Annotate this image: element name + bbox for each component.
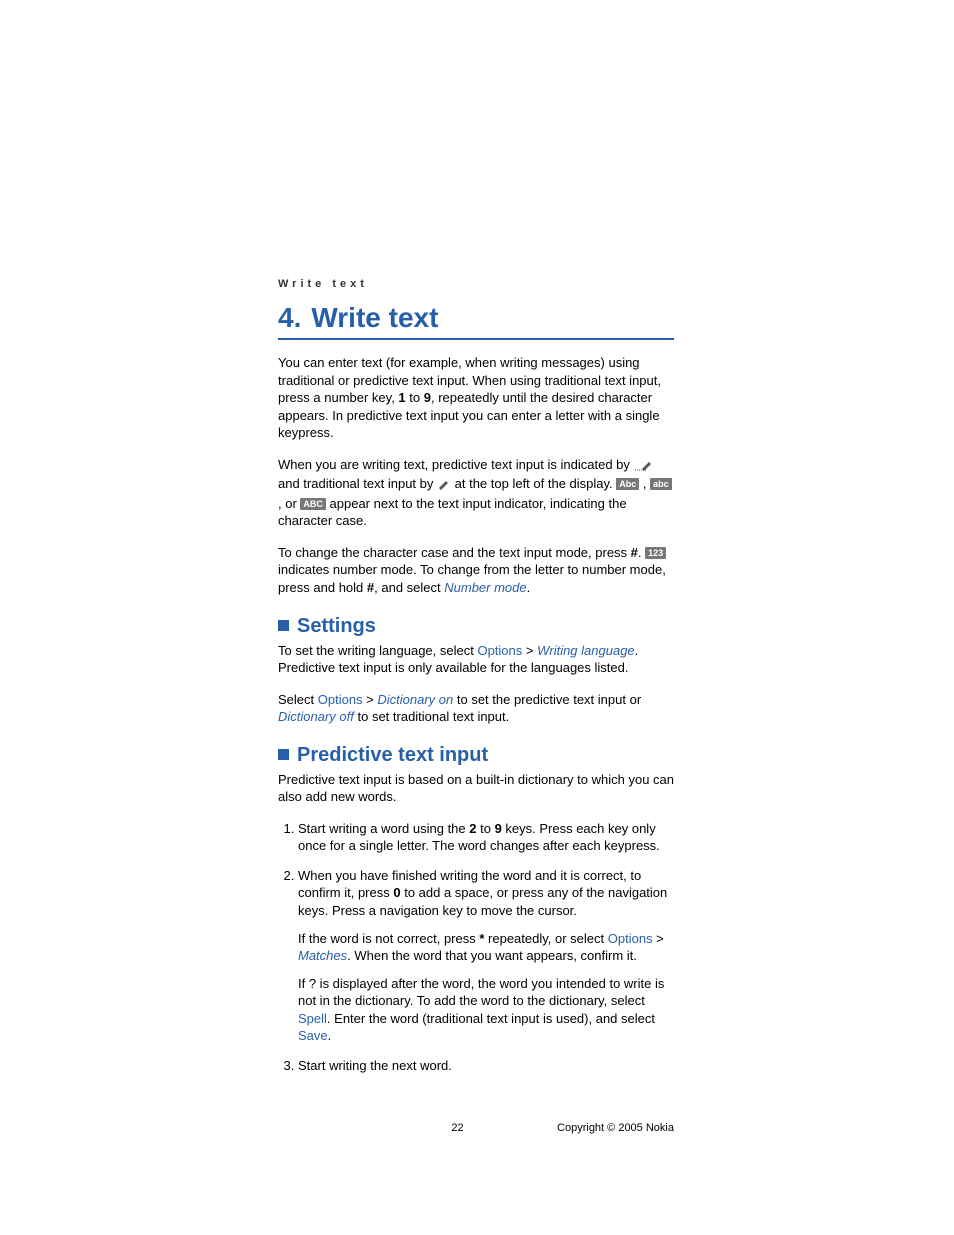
page-number: 22: [451, 1122, 463, 1134]
settings-paragraph-2: Select Options > Dictionary on to set th…: [278, 691, 674, 726]
list-subparagraph: If the word is not correct, press * repe…: [298, 930, 674, 965]
text: .: [638, 545, 645, 560]
text: If ? is displayed after the word, the wo…: [298, 976, 664, 1009]
heading-text: Settings: [297, 615, 376, 637]
case-lower-abc-icon: abc: [650, 478, 672, 490]
dictionary-on-link[interactable]: Dictionary on: [377, 692, 453, 707]
text: to: [476, 821, 494, 836]
page-footer: 22 Copyright © 2005 Nokia: [278, 1122, 674, 1134]
text: , or: [278, 496, 300, 511]
list-item: Start writing a word using the 2 to 9 ke…: [298, 820, 674, 855]
writing-language-link[interactable]: Writing language: [537, 643, 635, 658]
document-page: Write text 4. Write text You can enter te…: [0, 0, 954, 1234]
save-link[interactable]: Save: [298, 1028, 328, 1043]
text: Select: [278, 692, 318, 707]
copyright-text: Copyright © 2005 Nokia: [557, 1122, 674, 1134]
options-link[interactable]: Options: [477, 643, 522, 658]
intro-paragraph: You can enter text (for example, when wr…: [278, 354, 674, 442]
chapter-title: Write text: [311, 302, 438, 333]
list-item: Start writing the next word.: [298, 1057, 674, 1075]
text: >: [522, 643, 537, 658]
predictive-steps-list: Start writing a word using the 2 to 9 ke…: [278, 820, 674, 1075]
text: Start writing a word using the: [298, 821, 469, 836]
key-9: 9: [424, 390, 431, 405]
list-subparagraph: If ? is displayed after the word, the wo…: [298, 975, 674, 1045]
chapter-number: 4.: [278, 302, 301, 333]
text: to set the predictive text input or: [453, 692, 641, 707]
predictive-intro: Predictive text input is based on a buil…: [278, 771, 674, 806]
heading-text: Predictive text input: [297, 744, 488, 766]
text: >: [363, 692, 378, 707]
text: When you are writing text, predictive te…: [278, 457, 634, 472]
case-abc-icon: Abc: [616, 478, 639, 490]
options-link[interactable]: Options: [608, 931, 653, 946]
text: To set the writing language, select: [278, 643, 477, 658]
text: repeatedly, or select: [484, 931, 607, 946]
text: at the top left of the display.: [455, 476, 617, 491]
section-bullet-icon: [278, 620, 289, 631]
text: ,: [639, 476, 650, 491]
mode-paragraph: To change the character case and the tex…: [278, 544, 674, 597]
number-mode-link[interactable]: Number mode: [444, 580, 526, 595]
text: . When the word that you want appears, c…: [347, 948, 637, 963]
text: To change the character case and the tex…: [278, 545, 631, 560]
text: to set traditional text input.: [354, 709, 509, 724]
text: . Enter the word (traditional text input…: [327, 1011, 655, 1026]
text: appear next to the text input indicator,…: [278, 496, 627, 529]
key-9: 9: [495, 821, 502, 836]
section-bullet-icon: [278, 749, 289, 760]
text: to: [406, 390, 424, 405]
settings-paragraph-1: To set the writing language, select Opti…: [278, 642, 674, 677]
traditional-pencil-icon: [437, 477, 451, 495]
text: .: [527, 580, 531, 595]
hash-key: #: [631, 545, 638, 560]
number-123-icon: 123: [645, 547, 666, 559]
key-0: 0: [393, 885, 400, 900]
text: and traditional text input by: [278, 476, 437, 491]
list-item: When you have finished writing the word …: [298, 867, 674, 1045]
predictive-heading: Predictive text input: [278, 744, 674, 767]
settings-heading: Settings: [278, 615, 674, 638]
spell-link[interactable]: Spell: [298, 1011, 327, 1026]
options-link[interactable]: Options: [318, 692, 363, 707]
chapter-heading: 4. Write text: [278, 302, 674, 340]
text: , and select: [374, 580, 444, 595]
page-header-label: Write text: [278, 278, 674, 290]
case-upper-abc-icon: ABC: [300, 498, 326, 510]
predictive-pencil-icon: [634, 458, 652, 476]
dictionary-off-link[interactable]: Dictionary off: [278, 709, 354, 724]
key-1: 1: [398, 390, 405, 405]
matches-link[interactable]: Matches: [298, 948, 347, 963]
text: >: [653, 931, 664, 946]
text: If the word is not correct, press: [298, 931, 479, 946]
text: .: [328, 1028, 332, 1043]
indicator-paragraph: When you are writing text, predictive te…: [278, 456, 674, 530]
